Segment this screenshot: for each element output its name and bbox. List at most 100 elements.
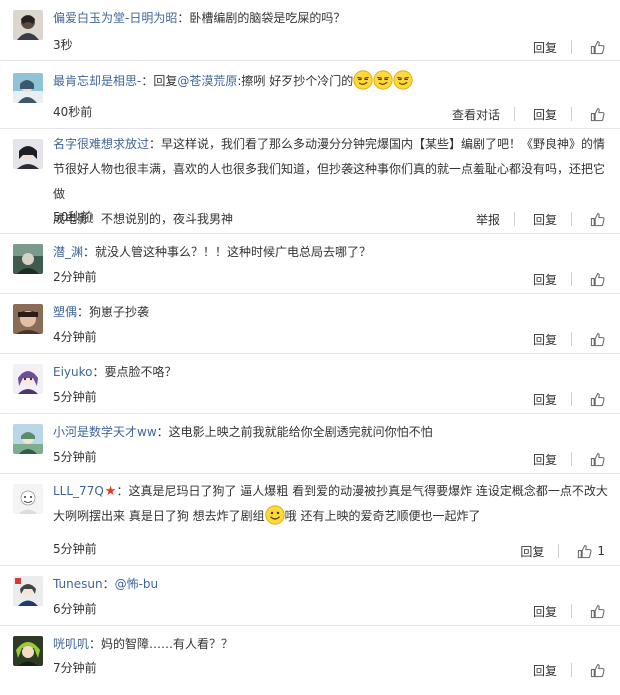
- comment-text-line: 哦 还有上映的爱奇艺顺便也一起炸了: [284, 509, 481, 523]
- like-button[interactable]: [590, 392, 605, 407]
- avatar[interactable]: [13, 139, 43, 169]
- comment-item: 名字很难想求放过：早这样说，我们看了那么多动漫分分钟完爆国内【某些】编剧了吧！《…: [0, 129, 620, 234]
- reply-button[interactable]: 回复: [533, 211, 557, 228]
- timestamp: 7分钟前: [53, 661, 97, 675]
- comment-body: 潜_渊：就没人管这种事么？！！这种时候广电总局去哪了？: [53, 241, 613, 263]
- comment-text-line: ：这真是尼玛日了狗了 逼人爆粗 看到爱的动漫被抄真是气得要爆炸 连设定概念都一点…: [116, 484, 608, 498]
- divider: [571, 212, 572, 226]
- like-button[interactable]: 1: [577, 544, 605, 559]
- timestamp: 6分钟前: [53, 602, 97, 616]
- like-button[interactable]: [590, 332, 605, 347]
- timestamp: 5分钟前: [53, 390, 97, 404]
- timestamp: 40秒前: [53, 105, 93, 119]
- username-link[interactable]: Eiyuko: [53, 365, 93, 379]
- avatar[interactable]: [13, 424, 43, 454]
- comment-actions: 查看对话 回复: [452, 104, 605, 124]
- comment-actions: 举报 回复: [476, 209, 605, 229]
- reply-button[interactable]: 回复: [533, 662, 557, 679]
- divider: [571, 332, 572, 346]
- emoji-group: [353, 70, 413, 90]
- divider: [571, 392, 572, 406]
- like-button[interactable]: [590, 272, 605, 287]
- comment-actions: 回复: [533, 660, 605, 680]
- username-link[interactable]: 偏爱白玉为堂-日明为昭: [53, 11, 177, 25]
- avatar[interactable]: [13, 484, 43, 514]
- timestamp: 2分钟前: [53, 270, 97, 284]
- like-button[interactable]: [590, 107, 605, 122]
- timestamp: 5分钟前: [53, 450, 97, 464]
- comment-body: 偏爱白玉为堂-日明为昭：卧槽编剧的脑袋是吃屎的吗？: [53, 7, 613, 29]
- comment-actions: 回复: [533, 601, 605, 621]
- comment-text: ：要点脸不咯？: [92, 365, 177, 379]
- report-button[interactable]: 举报: [476, 211, 500, 228]
- divider: [558, 544, 560, 558]
- avatar[interactable]: [13, 73, 43, 103]
- comment-item: LLL_77Q★：这真是尼玛日了狗了 逼人爆粗 看到爱的动漫被抄真是气得要爆炸 …: [0, 474, 620, 566]
- divider: [571, 272, 572, 286]
- reply-button[interactable]: 回复: [533, 391, 557, 408]
- reply-button[interactable]: 回复: [520, 543, 544, 560]
- comment-actions: 回复: [533, 449, 605, 469]
- thumbs-up-icon: [590, 40, 605, 54]
- username-link[interactable]: 最肯忘却是相思-: [53, 74, 141, 88]
- view-conversation-button[interactable]: 查看对话: [452, 106, 500, 123]
- username-link[interactable]: 塑偶: [53, 305, 77, 319]
- reply-button[interactable]: 回复: [533, 331, 557, 348]
- thumbs-up-icon: [590, 107, 605, 121]
- comment-text-line: 大咧咧摆出来 真是日了狗 想去炸了剧组: [53, 509, 265, 523]
- comment-body: Tunesun：@怖-bu: [53, 573, 613, 595]
- comment-item: 塑偶：狗崽子抄袭 4分钟前 回复: [0, 294, 620, 354]
- like-button[interactable]: [590, 663, 605, 678]
- reply-button[interactable]: 回复: [533, 39, 557, 56]
- avatar[interactable]: [13, 10, 43, 40]
- username-link[interactable]: 小河是数学天才ww: [53, 425, 157, 439]
- mention-link[interactable]: @怖-bu: [115, 577, 159, 591]
- avatar[interactable]: [13, 636, 43, 666]
- avatar[interactable]: [13, 304, 43, 334]
- like-button[interactable]: [590, 604, 605, 619]
- comment-actions: 回复: [533, 389, 605, 409]
- divider: [571, 604, 572, 618]
- comment-item: 潜_渊：就没人管这种事么？！！这种时候广电总局去哪了？ 2分钟前 回复: [0, 234, 620, 294]
- comment-text: :擦咧 好歹抄个冷门的: [237, 74, 354, 88]
- reply-button[interactable]: 回复: [533, 603, 557, 620]
- username-link[interactable]: 咣叽叽: [53, 637, 89, 651]
- comment-actions: 回复: [533, 37, 605, 57]
- username-link[interactable]: 名字很难想求放过: [53, 137, 149, 151]
- comment-text: ：狗崽子抄袭: [77, 305, 150, 319]
- reply-button[interactable]: 回复: [533, 271, 557, 288]
- comment-text: ：就没人管这种事么？！！这种时候广电总局去哪了？: [83, 245, 372, 259]
- divider: [571, 663, 572, 677]
- comment-text: ：妈的智障……有人看？？: [89, 637, 234, 651]
- smirk-emoji-icon: [353, 70, 373, 90]
- avatar[interactable]: [13, 244, 43, 274]
- username-link[interactable]: 潜_渊: [53, 245, 83, 259]
- thumbs-up-icon: [590, 272, 605, 286]
- like-button[interactable]: [590, 212, 605, 227]
- thumbs-up-icon: [590, 604, 605, 618]
- avatar[interactable]: [13, 364, 43, 394]
- thumbs-up-icon: [590, 663, 605, 677]
- comment-body: 咣叽叽：妈的智障……有人看？？: [53, 633, 613, 655]
- comment-body: LLL_77Q★：这真是尼玛日了狗了 逼人爆粗 看到爱的动漫被抄真是气得要爆炸 …: [53, 479, 613, 529]
- username-link[interactable]: LLL_77Q: [53, 484, 104, 498]
- thumbs-up-icon: [590, 212, 605, 226]
- comment-actions: 回复: [533, 329, 605, 349]
- like-button[interactable]: [590, 40, 605, 55]
- comment-body: 最肯忘却是相思-：回复@苍漠荒原:擦咧 好歹抄个冷门的: [53, 70, 613, 92]
- avatar[interactable]: [13, 576, 43, 606]
- mention-link[interactable]: @苍漠荒原: [177, 74, 237, 88]
- thumbs-up-icon: [590, 332, 605, 346]
- comment-text: ：这电影上映之前我就能给你全剧透完就问你怕不怕: [156, 425, 433, 439]
- comment-text-line: 节很好人物也很丰满，喜欢的人也很多我们知道，但抄袭这种事你们真的就一点羞耻心都没…: [53, 162, 606, 201]
- reply-button[interactable]: 回复: [533, 451, 557, 468]
- divider: [513, 107, 515, 121]
- comment-item: 小河是数学天才ww：这电影上映之前我就能给你全剧透完就问你怕不怕 5分钟前 回复: [0, 414, 620, 474]
- like-button[interactable]: [590, 452, 605, 467]
- comment-text-line: ：早这样说，我们看了那么多动漫分分钟完爆国内【某些】编剧了吧！《野良神》的情: [149, 137, 606, 151]
- reply-button[interactable]: 回复: [533, 106, 557, 123]
- red-star-icon: ★: [104, 484, 117, 499]
- comment-body: 小河是数学天才ww：这电影上映之前我就能给你全剧透完就问你怕不怕: [53, 421, 613, 443]
- smirk-emoji-icon: [373, 70, 393, 90]
- username-link[interactable]: Tunesun: [53, 577, 103, 591]
